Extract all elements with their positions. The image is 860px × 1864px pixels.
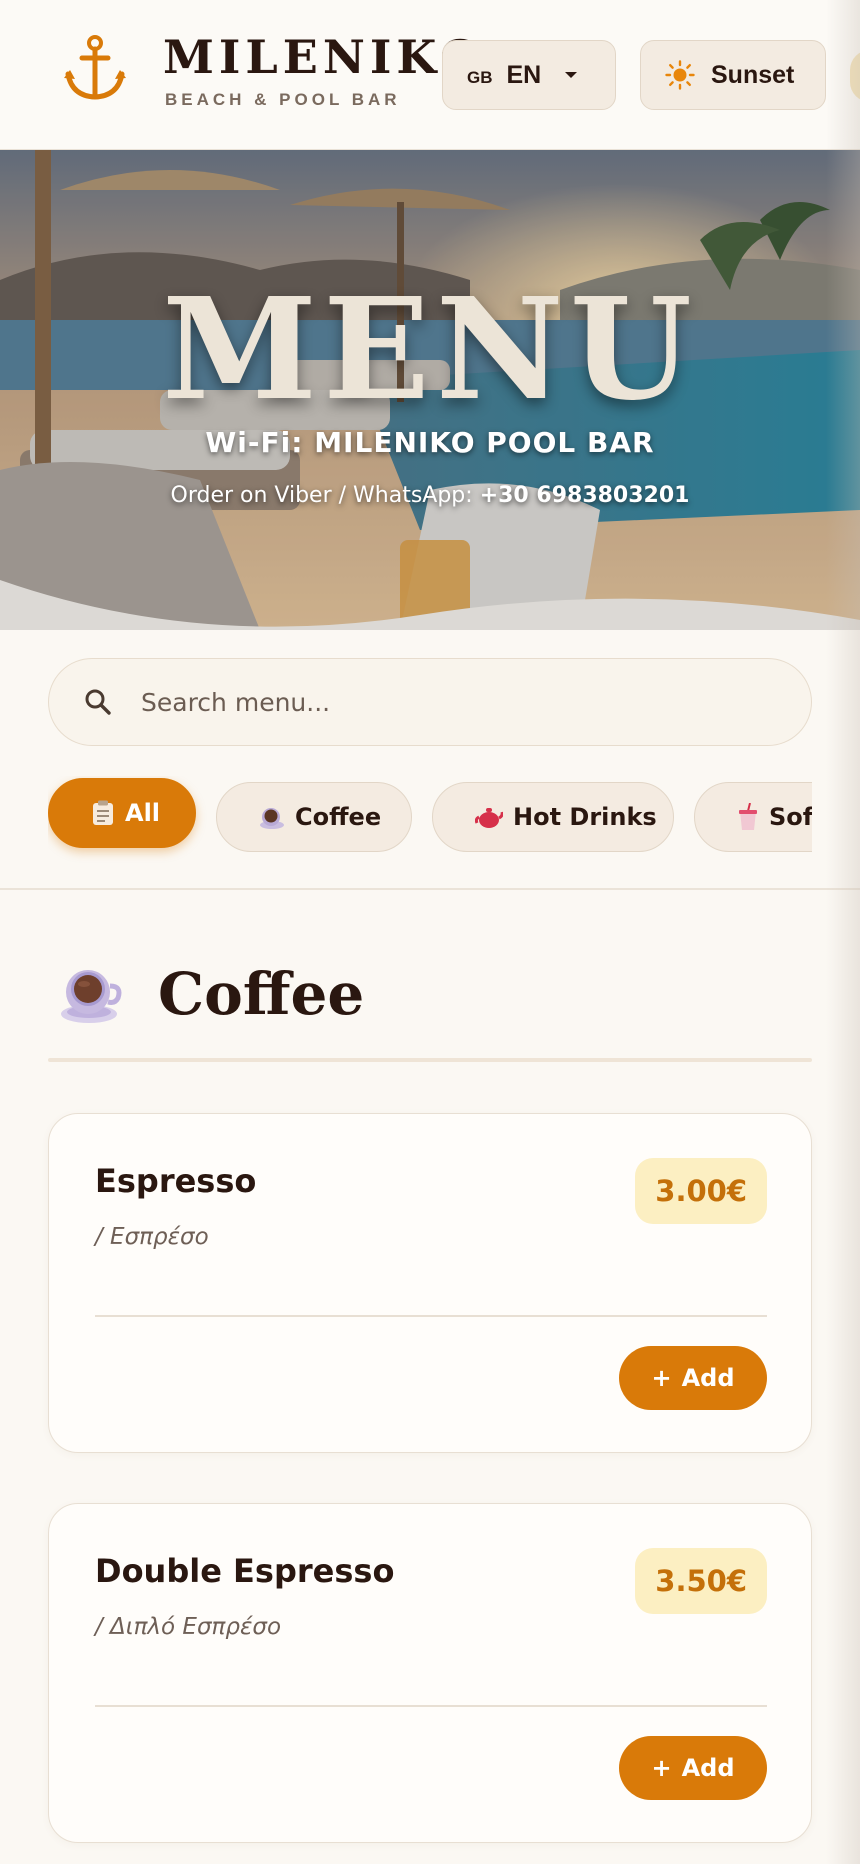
add-button-label: Add — [681, 1364, 735, 1392]
teapot-icon — [475, 804, 503, 830]
category-chip-hot-drinks[interactable]: Hot Drinks — [432, 782, 674, 852]
category-chip-label: All — [125, 799, 161, 827]
theme-label: Sunset — [711, 60, 795, 89]
coffee-cup-icon — [58, 964, 122, 1032]
category-filter-bar: All Coffee Hot Drinks Sof — [48, 776, 812, 866]
plus-icon: + — [651, 1364, 672, 1392]
caret-down-icon — [565, 72, 578, 78]
item-alt-name: / Διπλό Εσπρέσο — [95, 1614, 282, 1640]
category-chip-label: Sof — [769, 803, 812, 831]
search-input[interactable] — [141, 687, 741, 717]
menu-item-card: Double Espresso / Διπλό Εσπρέσο 3.50€ + … — [48, 1503, 812, 1843]
order-label: Order on Viber / WhatsApp: — [170, 483, 480, 508]
section-title: Coffee — [158, 960, 365, 1028]
card-divider — [95, 1705, 767, 1707]
add-to-order-button[interactable]: + Add — [619, 1736, 767, 1800]
hero-title: MENU — [162, 268, 698, 432]
item-alt-name: / Εσπρέσο — [95, 1224, 209, 1250]
divider — [0, 888, 860, 890]
offscreen-button[interactable] — [850, 50, 860, 102]
coffee-cup-icon — [259, 804, 285, 830]
item-price: 3.50€ — [635, 1548, 767, 1614]
language-code: EN — [506, 60, 542, 89]
app-header: MILENIKO BEACH & POOL BAR GB EN Sunset — [0, 0, 860, 150]
order-phone-link[interactable]: +30 6983803201 — [480, 483, 690, 508]
category-chip-soft-drinks[interactable]: Sof — [694, 782, 812, 852]
wifi-info: Wi-Fi: MILENIKO POOL BAR — [205, 426, 655, 459]
card-divider — [95, 1315, 767, 1317]
category-chip-coffee[interactable]: Coffee — [216, 782, 412, 852]
flag-icon: GB — [467, 68, 493, 87]
sun-icon — [665, 60, 695, 90]
language-selector[interactable]: GB EN — [442, 40, 616, 110]
theme-toggle-button[interactable]: Sunset — [640, 40, 826, 110]
menu-clipboard-icon — [91, 800, 115, 826]
plus-icon: + — [651, 1754, 672, 1782]
menu-item-card: Espresso / Εσπρέσο 3.00€ + Add — [48, 1113, 812, 1453]
anchor-logo-icon — [62, 34, 128, 104]
hero-banner: MENU Wi-Fi: MILENIKO POOL BAR Order on V… — [0, 150, 860, 630]
item-name: Double Espresso — [95, 1552, 395, 1590]
soft-drink-cup-icon — [737, 803, 759, 831]
brand-subtitle: BEACH & POOL BAR — [165, 90, 401, 109]
brand-title: MILENIKO — [163, 30, 486, 84]
category-chip-all[interactable]: All — [48, 778, 196, 848]
item-name: Espresso — [95, 1162, 257, 1200]
search-bar — [48, 658, 812, 746]
section-divider — [48, 1058, 812, 1062]
add-to-order-button[interactable]: + Add — [619, 1346, 767, 1410]
add-button-label: Add — [681, 1754, 735, 1782]
category-chip-label: Hot Drinks — [513, 803, 657, 831]
item-price: 3.00€ — [635, 1158, 767, 1224]
search-icon — [85, 689, 111, 715]
order-info: Order on Viber / WhatsApp: +30 698380320… — [0, 483, 860, 508]
category-chip-label: Coffee — [295, 803, 382, 831]
